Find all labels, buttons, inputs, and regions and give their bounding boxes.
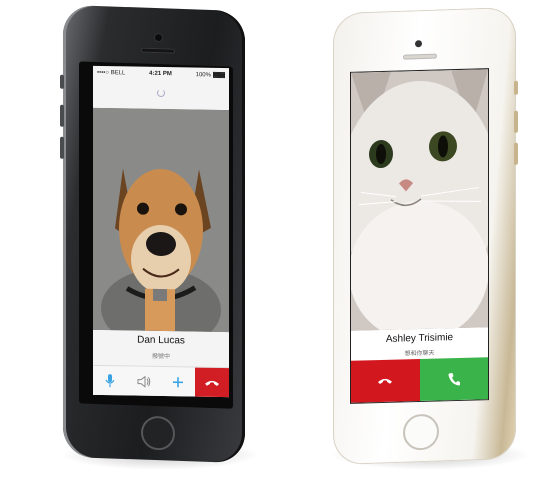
call-controls: [93, 364, 229, 398]
cat-photo: [351, 69, 488, 331]
caller-name: Ashley Trisimie: [385, 332, 454, 345]
volume-up-button: [60, 104, 64, 127]
volume-down-button: [60, 136, 64, 159]
clock-label: 4:21 PM: [149, 70, 172, 78]
end-call-button[interactable]: [195, 367, 229, 398]
battery-indicator: 100%: [196, 71, 225, 78]
plus-icon: [173, 377, 183, 388]
volume-up-button: [514, 110, 518, 133]
earpiece: [141, 47, 175, 54]
battery-icon: [212, 71, 225, 78]
hang-up-icon: [205, 380, 219, 386]
phone-icon: [448, 373, 460, 386]
caller-name: Dan Lucas: [137, 334, 185, 347]
hang-up-icon: [378, 378, 393, 385]
front-camera: [155, 34, 162, 42]
mute-switch: [60, 74, 64, 89]
volume-down-button: [514, 142, 518, 165]
home-button[interactable]: [141, 415, 175, 451]
status-bar: ••••○ BELL 4:21 PM 100%: [93, 66, 229, 82]
earpiece: [403, 53, 437, 60]
caller-video-cat: [351, 69, 488, 331]
accept-call-button[interactable]: [419, 357, 488, 401]
left-phone-screen: ••••○ BELL 4:21 PM 100% Dan Lucas 撥號中: [93, 65, 229, 398]
loading-spinner-icon: [157, 88, 165, 98]
caller-video-dog: [93, 107, 229, 333]
speaker-icon: [137, 375, 151, 388]
dog-photo: [93, 107, 229, 333]
right-phone-screen: Ashley Trisimie 想和你聊天: [350, 68, 489, 404]
home-button[interactable]: [403, 413, 439, 451]
call-status: 撥號中: [151, 353, 170, 361]
mute-button[interactable]: [93, 366, 127, 397]
speaker-button[interactable]: [127, 366, 161, 397]
add-call-button[interactable]: [161, 367, 195, 397]
front-camera: [415, 40, 422, 48]
carrier-label: ••••○ BELL: [97, 69, 126, 77]
mute-switch: [514, 80, 518, 95]
microphone-icon: [105, 374, 115, 388]
decline-call-button[interactable]: [351, 359, 420, 403]
incoming-call-controls: [351, 357, 488, 403]
